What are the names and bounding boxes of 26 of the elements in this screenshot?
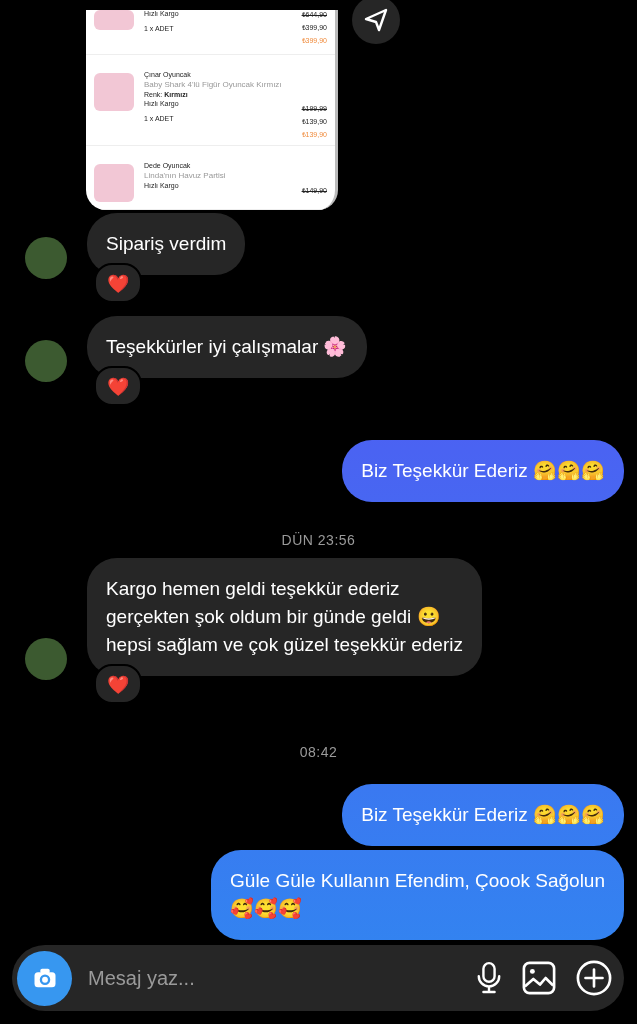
avatar[interactable] bbox=[25, 638, 67, 680]
product-name: Linda'nın Havuz Partisi bbox=[144, 171, 227, 180]
message-bubble: Teşekkürler iyi çalışmalar 🌸 bbox=[87, 316, 367, 378]
avatar[interactable] bbox=[25, 340, 67, 382]
timestamp: DÜN 23:56 bbox=[280, 532, 357, 548]
avatar[interactable] bbox=[25, 237, 67, 279]
photo-placeholder bbox=[94, 164, 134, 202]
plus-icon[interactable] bbox=[576, 960, 612, 996]
message-bubble: Güle Güle Kullanın Efendim, Çoook Sağolun 🥰🥰🥰 bbox=[211, 850, 624, 940]
microphone-icon[interactable] bbox=[476, 961, 502, 995]
image-icon[interactable] bbox=[522, 961, 556, 995]
order-screenshot[interactable] bbox=[86, 10, 338, 210]
photo-placeholder bbox=[94, 73, 134, 111]
camera-button[interactable] bbox=[17, 950, 72, 1006]
message-bubble: Kargo hemen geldi teşekkür ederiz gerçekten şok oldum bir günde geldi 😀 hepsi sağlam ve çok güzel teşekkür ederiz bbox=[87, 558, 482, 676]
message-bubble: Biz Teşekkür Ederiz 🤗🤗🤗 bbox=[342, 784, 624, 846]
message-bubble: Sipariş verdim bbox=[87, 213, 246, 275]
send-icon[interactable] bbox=[352, 0, 400, 44]
message-input[interactable]: Mesaj yaz... bbox=[86, 965, 456, 991]
reaction-badge[interactable]: ❤ bbox=[94, 263, 142, 303]
reaction-badge[interactable]: ❤ bbox=[94, 366, 142, 406]
photo-placeholder bbox=[94, 10, 134, 30]
message-bubble: Biz Teşekkür Ederiz 🤗🤗🤗 bbox=[342, 440, 624, 502]
product-name: Baby Shark 4'lü Figür Oyuncak Kırmızı bbox=[144, 80, 283, 89]
reaction-badge[interactable]: ❤ bbox=[94, 664, 142, 704]
timestamp: 08:42 bbox=[298, 744, 339, 760]
